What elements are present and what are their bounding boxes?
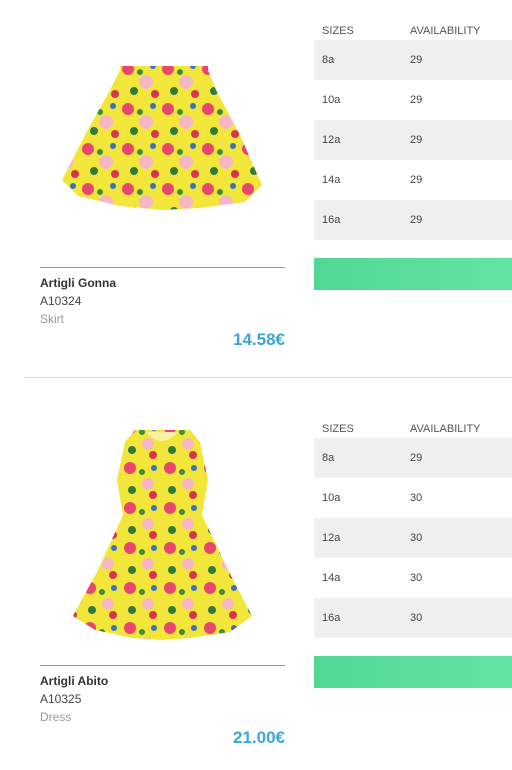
info-divider bbox=[40, 665, 285, 666]
sizes-header: SIZES bbox=[322, 25, 354, 37]
product-name[interactable]: Artigli Gonna bbox=[40, 276, 116, 290]
availability-value: 29 bbox=[410, 54, 423, 66]
sizes-table: SIZES AVAILABILITY 8a 29 10a 29 12a 29 1… bbox=[314, 20, 512, 240]
availability-value: 29 bbox=[410, 134, 423, 146]
product-type: Dress bbox=[40, 710, 72, 724]
availability-value: 29 bbox=[410, 452, 423, 464]
sizes-header: SIZES bbox=[322, 423, 354, 435]
size-value: 12a bbox=[322, 134, 341, 146]
size-row[interactable]: 14a 30 bbox=[314, 558, 512, 598]
size-row[interactable]: 12a 30 bbox=[314, 518, 512, 558]
add-to-cart-button[interactable] bbox=[314, 656, 512, 688]
size-row[interactable]: 16a 29 bbox=[314, 200, 512, 240]
size-row[interactable]: 16a 30 bbox=[314, 598, 512, 638]
availability-value: 30 bbox=[410, 492, 423, 504]
availability-value: 29 bbox=[410, 174, 423, 186]
size-value: 10a bbox=[322, 492, 341, 504]
product-card-gonna: Artigli Gonna A10324 Skirt 14.58€ SIZES … bbox=[0, 0, 512, 378]
product-image-dress[interactable] bbox=[40, 420, 285, 652]
size-value: 14a bbox=[322, 572, 341, 584]
size-value: 16a bbox=[322, 612, 341, 624]
availability-value: 30 bbox=[410, 572, 423, 584]
size-value: 10a bbox=[322, 94, 341, 106]
info-divider bbox=[40, 267, 285, 268]
sizes-table-header: SIZES AVAILABILITY bbox=[314, 20, 512, 40]
sizes-table-header: SIZES AVAILABILITY bbox=[314, 418, 512, 438]
product-name[interactable]: Artigli Abito bbox=[40, 674, 108, 688]
availability-value: 29 bbox=[410, 214, 423, 226]
sizes-table: SIZES AVAILABILITY 8a 29 10a 30 12a 30 1… bbox=[314, 418, 512, 638]
availability-value: 30 bbox=[410, 612, 423, 624]
size-value: 14a bbox=[322, 174, 341, 186]
size-value: 12a bbox=[322, 532, 341, 544]
availability-header: AVAILABILITY bbox=[410, 423, 481, 435]
size-row[interactable]: 12a 29 bbox=[314, 120, 512, 160]
product-price: 21.00€ bbox=[233, 728, 285, 747]
size-row[interactable]: 8a 29 bbox=[314, 40, 512, 80]
size-row[interactable]: 14a 29 bbox=[314, 160, 512, 200]
product-divider bbox=[25, 377, 512, 378]
availability-header: AVAILABILITY bbox=[410, 25, 481, 37]
size-row[interactable]: 8a 29 bbox=[314, 438, 512, 478]
size-value: 8a bbox=[322, 452, 335, 464]
product-card-abito: Artigli Abito A10325 Dress 21.00€ SIZES … bbox=[0, 398, 512, 770]
product-code: A10325 bbox=[40, 692, 82, 706]
size-row[interactable]: 10a 30 bbox=[314, 478, 512, 518]
availability-value: 30 bbox=[410, 532, 423, 544]
size-value: 8a bbox=[322, 54, 335, 66]
size-row[interactable]: 10a 29 bbox=[314, 80, 512, 120]
product-code: A10324 bbox=[40, 294, 82, 308]
product-image-skirt[interactable] bbox=[40, 20, 285, 252]
product-type: Skirt bbox=[40, 312, 64, 326]
availability-value: 29 bbox=[410, 94, 423, 106]
product-price: 14.58€ bbox=[233, 330, 285, 349]
size-value: 16a bbox=[322, 214, 341, 226]
add-to-cart-button[interactable] bbox=[314, 258, 512, 290]
